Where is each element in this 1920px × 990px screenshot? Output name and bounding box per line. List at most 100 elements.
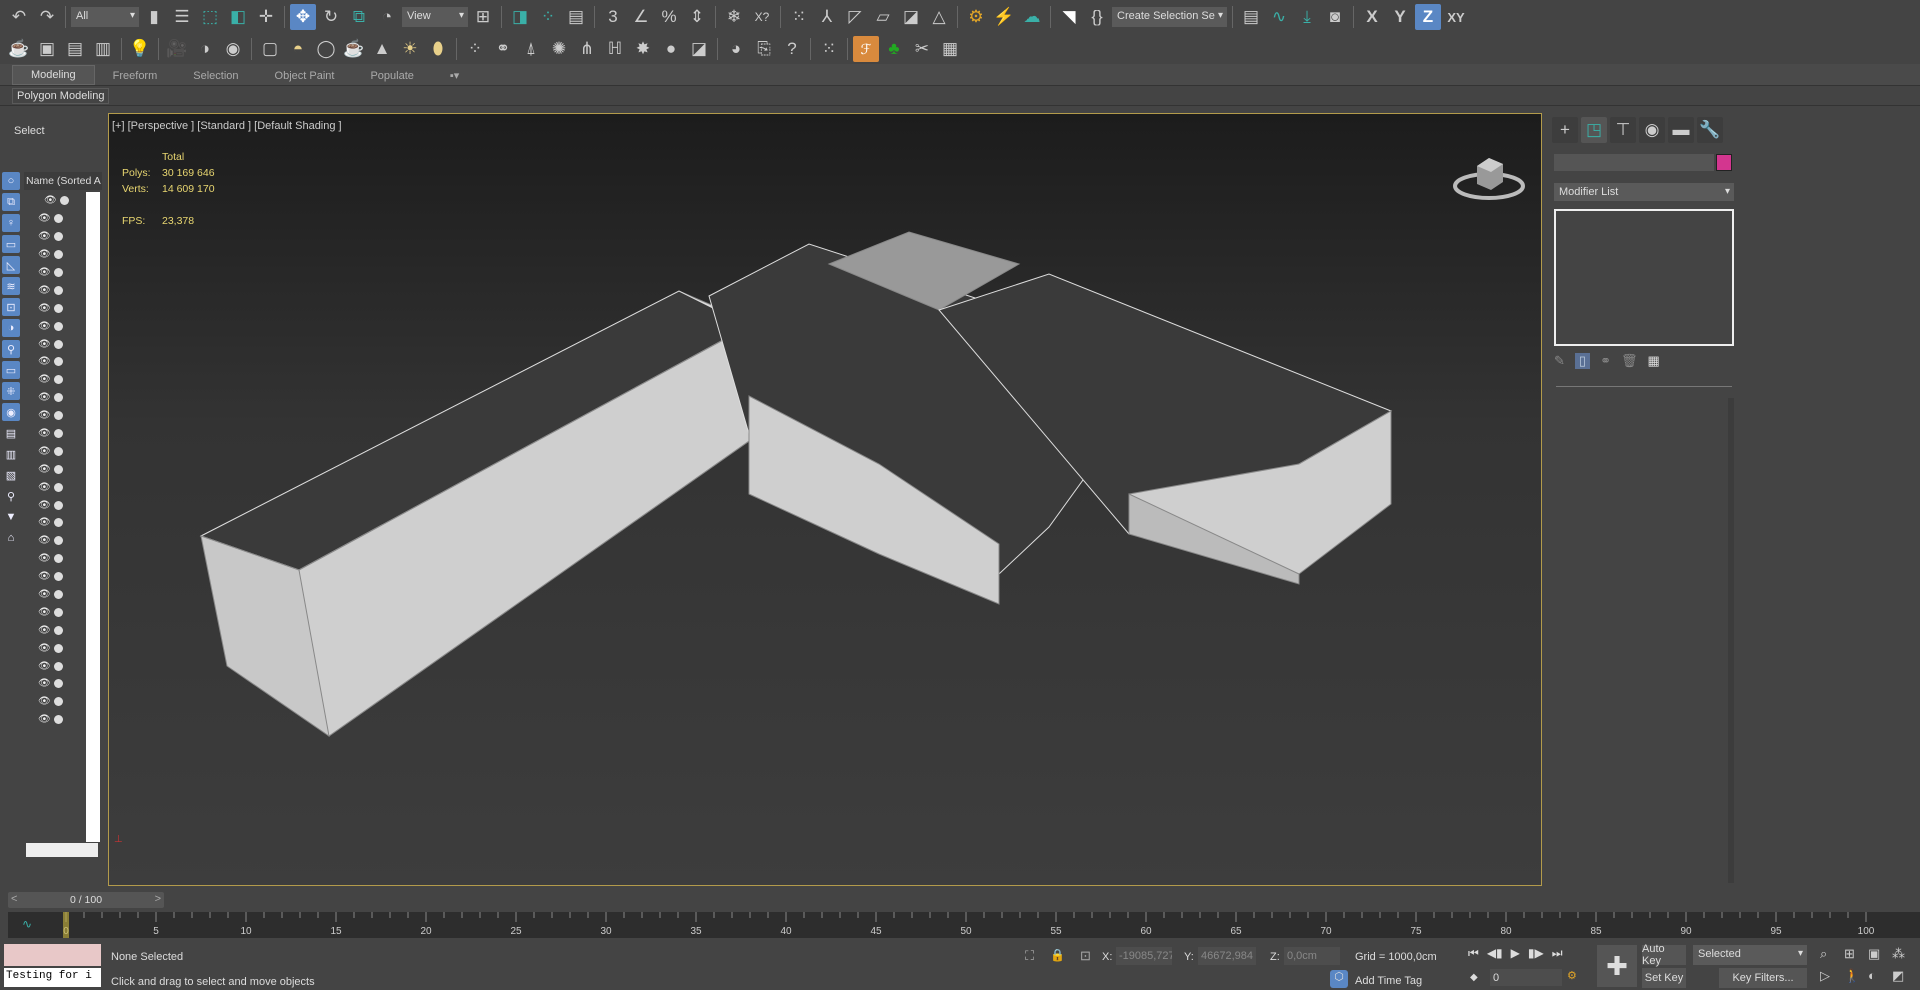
list-scrollbar[interactable] <box>86 192 100 842</box>
walk-through-icon[interactable]: 🚶 <box>1844 968 1868 984</box>
key-mode-icon[interactable]: ◆ <box>1470 972 1478 983</box>
visibility-icon[interactable]: 👁 <box>38 625 51 636</box>
explorer-tool-icon-1[interactable]: ▤ <box>2 424 20 442</box>
tower-icon[interactable]: ⍋ <box>518 36 544 62</box>
visibility-icon[interactable]: 👁 <box>38 213 51 224</box>
freeze-toggle-icon[interactable] <box>53 554 63 564</box>
mirror-icon[interactable]: ◨ <box>507 4 533 30</box>
camera-2-icon[interactable]: ◉ <box>220 36 246 62</box>
blue-sphere-icon[interactable]: ◕ <box>723 36 749 62</box>
camera-icon[interactable]: 🎥 <box>164 36 190 62</box>
help-icon[interactable]: ? <box>779 36 805 62</box>
prev-key-icon[interactable]: ◀▮ <box>1487 946 1503 961</box>
freeze-toggle-icon[interactable] <box>53 464 63 474</box>
panel-2-icon[interactable]: ▥ <box>90 36 116 62</box>
show-end-result-icon[interactable]: ▯ <box>1574 353 1591 369</box>
field-of-view-icon[interactable]: ▷ <box>1820 968 1844 984</box>
visibility-icon[interactable]: 👁 <box>38 392 51 403</box>
visibility-icon[interactable]: 👁 <box>44 195 57 206</box>
filter-icon-8[interactable]: ◑ <box>2 319 20 337</box>
freeze-toggle-icon[interactable] <box>53 268 63 277</box>
curve-editor-icon[interactable]: ∿ <box>1266 4 1292 30</box>
egg-icon[interactable]: ⬮ <box>425 36 451 62</box>
wire-teapot-icon[interactable]: ☕ <box>341 36 367 62</box>
material-editor-icon[interactable]: ◙ <box>1322 4 1348 30</box>
explorer-tool-icon-3[interactable]: ▧ <box>2 466 20 484</box>
hierarchy-icon[interactable]: ⊤ <box>1610 117 1636 143</box>
freeze-toggle-icon[interactable] <box>53 661 63 671</box>
visibility-icon[interactable]: 👁 <box>38 571 51 582</box>
freeze-toggle-icon[interactable] <box>53 590 63 600</box>
zoom-all-icon[interactable]: ⊞ <box>1844 946 1868 962</box>
explorer-tool-icon-6[interactable]: ⌂ <box>2 529 20 547</box>
utilities-icon[interactable]: 🔧 <box>1697 117 1723 143</box>
visibility-icon[interactable]: 👁 <box>38 428 51 439</box>
measure-icon[interactable]: ⁙ <box>816 36 842 62</box>
teapot-icon[interactable]: ☕ <box>6 36 32 62</box>
snap-2-icon[interactable]: ⅄ <box>814 4 840 30</box>
polygon-modeling-button[interactable]: Polygon Modeling <box>12 88 110 104</box>
ribbon-tab-selection[interactable]: Selection <box>175 67 256 85</box>
grid-snap-icon[interactable]: ⁙ <box>786 4 812 30</box>
placement-icon[interactable]: ◔ <box>374 4 400 30</box>
time-slider[interactable]: < 0 / 100 > <box>8 892 164 908</box>
glass-sphere-icon[interactable]: ● <box>658 36 684 62</box>
freeze-toggle-icon[interactable] <box>53 339 63 349</box>
perspective-viewport[interactable]: [+] [Perspective ] [Standard ] [Default … <box>108 113 1542 886</box>
object-color-swatch[interactable] <box>1716 154 1732 171</box>
visibility-icon[interactable]: 👁 <box>38 410 51 421</box>
current-frame-field[interactable]: 0 <box>1490 969 1562 986</box>
orbit-icon[interactable]: ◐ <box>1868 968 1892 984</box>
freeze-toggle-icon[interactable] <box>53 375 63 385</box>
snap-4-icon[interactable]: ▱ <box>870 4 896 30</box>
redo-icon[interactable]: ↷ <box>34 4 60 30</box>
light-list-icon[interactable]: 💡 <box>127 36 153 62</box>
freeze-toggle-icon[interactable] <box>53 679 63 689</box>
tools-icon[interactable]: ✂ <box>909 36 935 62</box>
render-frame-icon[interactable]: ▣ <box>34 36 60 62</box>
sphere-half-icon[interactable]: ◑ <box>192 36 218 62</box>
filter-icon-5[interactable]: ◺ <box>2 256 20 274</box>
key-filters-button[interactable]: Key Filters... <box>1719 968 1807 988</box>
freeze-toggle-icon[interactable] <box>53 357 63 367</box>
freeze-toggle-icon[interactable] <box>53 518 63 528</box>
sphere-light-icon[interactable]: ◯ <box>313 36 339 62</box>
visibility-icon[interactable]: 👁 <box>38 607 51 618</box>
visibility-icon[interactable]: 👁 <box>38 589 51 600</box>
hair-icon[interactable]: ℍ <box>602 36 628 62</box>
named-selection-dropdown[interactable]: Create Selection Se <box>1112 7 1227 27</box>
freeze-toggle-icon[interactable] <box>53 697 63 707</box>
visibility-icon[interactable]: 👁 <box>38 500 51 511</box>
particles-icon[interactable]: ⁘ <box>462 36 488 62</box>
x-coordinate-field[interactable]: -19085,727 <box>1116 947 1172 965</box>
motion-icon[interactable]: ◉ <box>1639 117 1665 143</box>
axis-z-button[interactable]: Z <box>1415 4 1441 30</box>
filter-icon-2[interactable]: ⧉ <box>2 193 20 211</box>
rotate-icon[interactable]: ↻ <box>318 4 344 30</box>
create-icon[interactable]: + <box>1552 117 1578 143</box>
freeze-toggle-icon[interactable] <box>53 429 63 439</box>
window-crossing-icon[interactable]: ◧ <box>225 4 251 30</box>
pin-stack-icon[interactable]: ✎ <box>1554 353 1565 369</box>
freeze-toggle-icon[interactable] <box>53 607 63 617</box>
freeze-toggle-icon[interactable] <box>53 232 63 242</box>
ribbon-tab-modeling[interactable]: Modeling <box>12 65 95 85</box>
spinner-snap-icon[interactable]: ⇕ <box>684 4 710 30</box>
ribbon-tab-object-paint[interactable]: Object Paint <box>257 67 353 85</box>
maxscript-mini-listener[interactable] <box>4 944 101 966</box>
pivot-icon[interactable]: ⊞ <box>470 4 496 30</box>
explorer-tool-icon-2[interactable]: ▥ <box>2 445 20 463</box>
zoom-icon[interactable]: ⌕ <box>1820 946 1844 962</box>
filter-icon-3[interactable]: ♀ <box>2 214 20 232</box>
ribbon-tab-populate[interactable]: Populate <box>352 67 431 85</box>
axis-y-button[interactable]: Y <box>1387 4 1413 30</box>
panel-icon[interactable]: ▤ <box>62 36 88 62</box>
lock-selection-icon[interactable]: 🔒 <box>1050 948 1065 962</box>
visibility-icon[interactable]: 👁 <box>38 661 51 672</box>
building-model[interactable] <box>109 114 1542 886</box>
visibility-icon[interactable]: 👁 <box>38 285 51 296</box>
freeze-toggle-icon[interactable] <box>53 411 63 421</box>
fp-icon[interactable]: ℱ <box>853 36 879 62</box>
track-bar[interactable]: ∿ 05101520253035404550556065707580859095… <box>8 912 1920 938</box>
xy-snap-icon[interactable]: X? <box>749 4 775 30</box>
